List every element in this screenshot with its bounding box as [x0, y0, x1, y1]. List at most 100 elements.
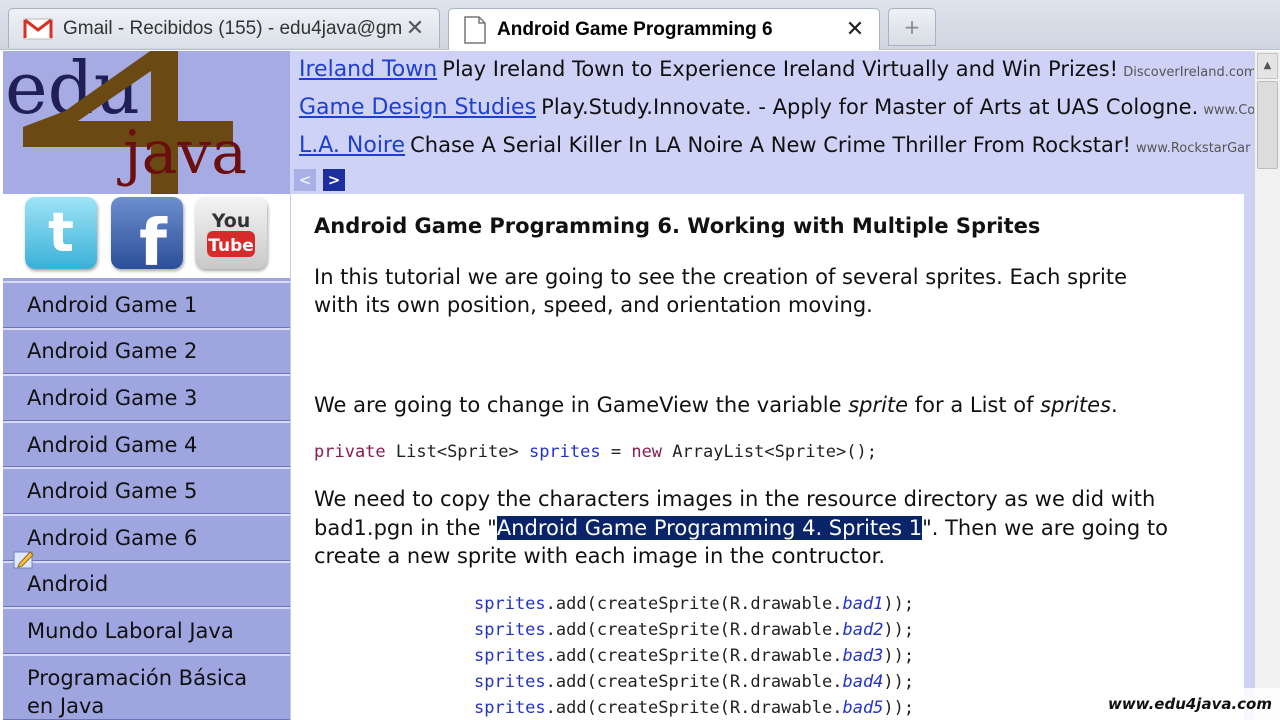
- tab-close-icon[interactable]: ✕: [403, 16, 427, 41]
- sidebar-item-label: Android Game 2: [27, 339, 198, 364]
- code-text: .add(createSprite(R.drawable.: [545, 620, 843, 640]
- code-text: .add(createSprite(R.drawable.: [545, 594, 843, 614]
- code-line: sprites.add(createSprite(R.drawable.bad2…: [474, 617, 914, 643]
- article-title: Android Game Programming 6. Working with…: [314, 214, 1041, 238]
- code-text: ));: [883, 646, 915, 666]
- tab-android-game-6[interactable]: Android Game Programming 6 ✕: [448, 8, 880, 50]
- sidebar-item-android-game-2[interactable]: Android Game 2: [3, 327, 290, 375]
- sidebar-item-android-game-1[interactable]: Android Game 1: [3, 281, 290, 328]
- code-keyword: new: [631, 442, 663, 462]
- web-page: edu java t f You Tube Android Game 1 And…: [0, 51, 1280, 720]
- sidebar-item-android[interactable]: Android: [3, 560, 290, 608]
- svg-text:f: f: [139, 207, 168, 269]
- gmail-icon: [23, 18, 53, 40]
- code-text: ));: [883, 698, 915, 718]
- code-line: sprites.add(createSprite(R.drawable.bad1…: [474, 591, 914, 617]
- ad-url[interactable]: DiscoverIreland.com: [1123, 65, 1254, 80]
- sidebar-item-android-game-3[interactable]: Android Game 3: [3, 374, 290, 421]
- change-text: .: [1111, 393, 1118, 417]
- code-field: sprites: [474, 646, 546, 666]
- code-text: .add(createSprite(R.drawable.: [545, 698, 843, 718]
- twitter-icon[interactable]: t: [25, 197, 97, 269]
- code-text: =: [600, 442, 632, 462]
- watermark: www.edu4java.com: [1090, 688, 1280, 720]
- change-text: We are going to change in GameView the v…: [314, 393, 849, 417]
- tab-title-active: Android Game Programming 6: [497, 18, 773, 40]
- scroll-up-arrow-icon[interactable]: ▲: [1257, 53, 1278, 79]
- tab-gmail[interactable]: Gmail - Recibidos (155) - edu4java@gm...…: [8, 8, 440, 48]
- social-links: t f You Tube: [3, 194, 290, 278]
- ad-link[interactable]: Ireland Town: [299, 57, 437, 82]
- sidebar-item-label: Mundo Laboral Java: [27, 618, 234, 643]
- page-icon: [463, 15, 487, 44]
- copy-line-2: bad1.pgn in the "Android Game Programmin…: [314, 514, 1168, 543]
- code-field: sprites: [528, 442, 601, 462]
- sidebar-item-mundo-laboral-java[interactable]: Mundo Laboral Java: [3, 607, 290, 654]
- code-text: List<Sprite>: [385, 442, 529, 462]
- ad-item: Game Design Studies Play.Study.Innovate.…: [299, 95, 1254, 120]
- ad-description: Play.Study.Innovate. - Apply for Master …: [541, 95, 1199, 119]
- article-content: Android Game Programming 6. Working with…: [290, 194, 1244, 720]
- code-text: .add(createSprite(R.drawable.: [545, 672, 843, 692]
- intro-line-1: In this tutorial we are going to see the…: [314, 265, 1128, 289]
- sidebar-item-android-game-4[interactable]: Android Game 4: [3, 420, 290, 468]
- sidebar-item-android-game-5[interactable]: Android Game 5: [3, 467, 290, 514]
- ad-description: Chase A Serial Killer In LA Noire A New …: [410, 133, 1131, 157]
- scroll-thumb[interactable]: [1257, 81, 1278, 169]
- code-field: sprites: [474, 698, 546, 718]
- ad-url[interactable]: www.Col: [1203, 103, 1254, 118]
- sidebar-item-label: Android Game 6: [27, 525, 198, 550]
- code-line: sprites.add(createSprite(R.drawable.bad4…: [474, 669, 914, 695]
- svg-text:java: java: [117, 118, 247, 188]
- code-line: sprites.add(createSprite(R.drawable.bad3…: [474, 643, 914, 669]
- ad-link[interactable]: Game Design Studies: [299, 95, 536, 120]
- var-sprites: sprites: [1040, 393, 1112, 417]
- ad-link[interactable]: L.A. Noire: [299, 133, 405, 158]
- copy-line-3: create a new sprite with each image in t…: [314, 544, 886, 568]
- code-text: .add(createSprite(R.drawable.: [545, 646, 843, 666]
- sidebar-item-android-game-6[interactable]: Android Game 6: [3, 513, 290, 561]
- ad-url[interactable]: www.RockstarGar: [1136, 141, 1250, 156]
- code-text: ArrayList<Sprite>();: [662, 442, 877, 462]
- browser-tab-strip: Gmail - Recibidos (155) - edu4java@gm...…: [0, 0, 1280, 50]
- code-resource: bad2: [842, 620, 884, 640]
- vertical-scrollbar[interactable]: ▲: [1254, 51, 1280, 720]
- code-resource: bad1: [842, 594, 884, 614]
- selected-link-text[interactable]: Android Game Programming 4. Sprites 1: [496, 516, 923, 540]
- copy-text: ". Then we are going to: [922, 516, 1168, 540]
- sidebar-item-label: Programación Básica en Java: [27, 664, 247, 720]
- code-block: sprites.add(createSprite(R.drawable.bad1…: [474, 591, 914, 720]
- tab-title-gmail: Gmail - Recibidos (155) - edu4java@gm...: [63, 17, 403, 39]
- code-field: sprites: [474, 594, 546, 614]
- sidebar-item-label: Android Game 3: [27, 385, 198, 410]
- facebook-icon[interactable]: f: [111, 197, 183, 269]
- code-resource: bad5: [842, 698, 884, 718]
- intro-line-2: with its own position, speed, and orient…: [314, 293, 873, 317]
- code-resource: bad4: [842, 672, 884, 692]
- var-sprite: sprite: [848, 393, 909, 417]
- ad-banner: Ireland Town Play Ireland Town to Experi…: [290, 51, 1254, 194]
- sidebar-item-label-line1: Programación Básica: [27, 665, 248, 690]
- tab-close-icon[interactable]: ✕: [843, 17, 867, 42]
- ad-description: Play Ireland Town to Experience Ireland …: [442, 57, 1119, 81]
- ad-next-button[interactable]: >: [323, 169, 345, 191]
- change-text: for a List of: [908, 393, 1041, 417]
- sidebar-item-label: Android Game 1: [27, 292, 198, 317]
- sidebar: edu java t f You Tube Android Game 1 And…: [3, 51, 290, 720]
- sidebar-item-label: Android Game 5: [27, 479, 198, 504]
- ad-prev-button[interactable]: <: [294, 169, 316, 191]
- youtube-icon[interactable]: You Tube: [195, 197, 267, 269]
- change-paragraph: We are going to change in GameView the v…: [314, 391, 1118, 420]
- svg-text:You: You: [211, 210, 251, 232]
- code-declaration: private List<Sprite> sprites = new Array…: [314, 439, 877, 465]
- sidebar-item-programacion-basica[interactable]: Programación Básica en Java: [3, 653, 290, 720]
- pencil-icon: [13, 549, 35, 569]
- copy-text: bad1.pgn in the ": [314, 516, 497, 540]
- code-field: sprites: [474, 672, 546, 692]
- copy-line-1: We need to copy the characters images in…: [314, 487, 1156, 511]
- code-text: ));: [883, 594, 915, 614]
- new-tab-button[interactable]: +: [888, 8, 936, 46]
- code-field: sprites: [474, 620, 546, 640]
- svg-text:Tube: Tube: [208, 236, 254, 256]
- edu4java-logo[interactable]: edu java: [3, 51, 290, 194]
